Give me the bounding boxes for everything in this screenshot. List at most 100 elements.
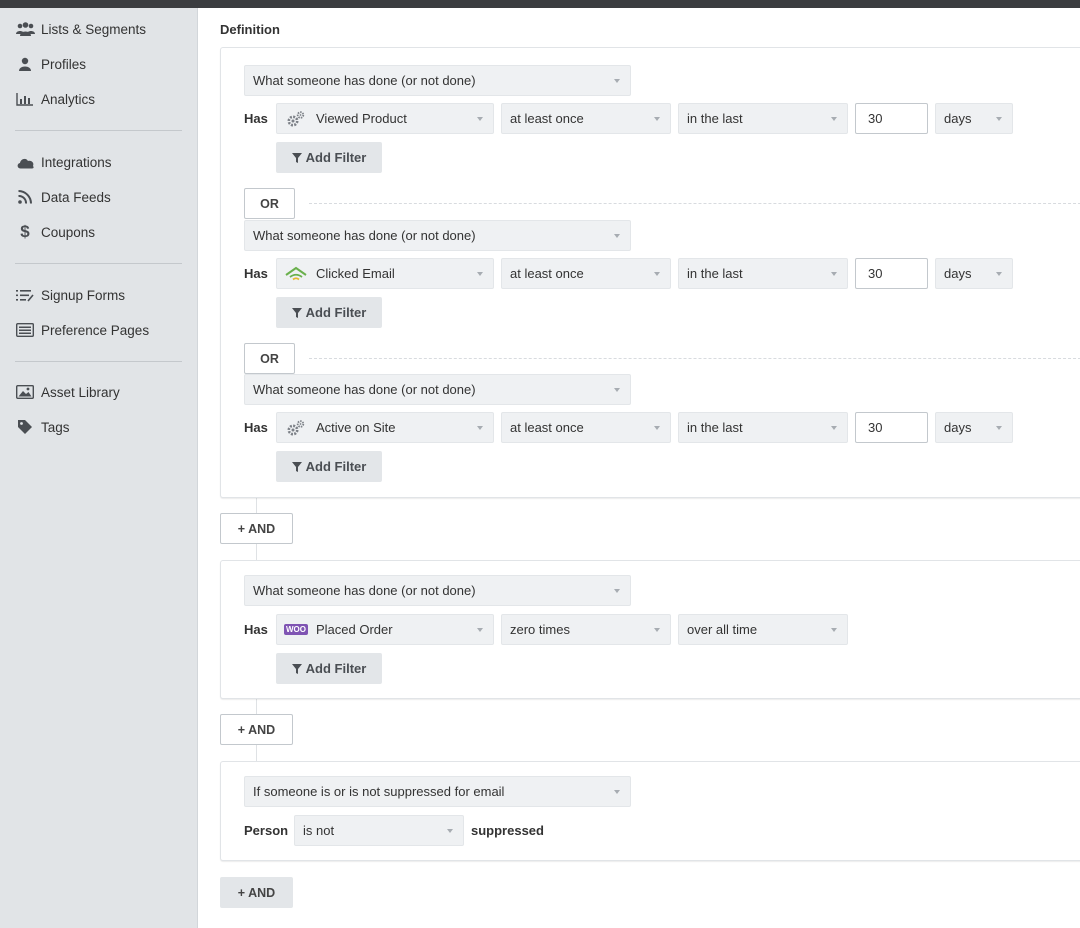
chevron-down-icon xyxy=(477,628,483,632)
suppression-operator-select[interactable]: is not xyxy=(294,815,464,846)
condition-type-select[interactable]: What someone has done (or not done) xyxy=(244,374,631,405)
add-filter-button[interactable]: Add Filter xyxy=(276,653,382,684)
chevron-down-icon xyxy=(477,272,483,276)
sidebar-item-tags[interactable]: Tags xyxy=(15,416,70,438)
condition-type-select[interactable]: What someone has done (or not done) xyxy=(244,220,631,251)
chevron-down-icon xyxy=(996,117,1002,121)
suppressed-label: suppressed xyxy=(471,823,544,838)
chevron-down-icon xyxy=(831,272,837,276)
sidebar-item-label: Analytics xyxy=(41,91,96,107)
add-and-button[interactable]: + AND xyxy=(220,513,293,544)
sidebar-item-label: Data Feeds xyxy=(41,189,111,205)
connector-line xyxy=(256,498,257,513)
chevron-down-icon xyxy=(654,628,660,632)
timeframe-select[interactable]: in the last xyxy=(678,258,848,289)
metric-select[interactable]: Viewed Product xyxy=(276,103,494,134)
sidebar-item-label: Coupons xyxy=(41,224,96,240)
chevron-down-icon xyxy=(614,589,620,593)
frequency-select[interactable]: at least once xyxy=(501,103,671,134)
metric-select[interactable]: WOO Placed Order xyxy=(276,614,494,645)
sidebar-item-asset-library[interactable]: Asset Library xyxy=(15,381,120,403)
dollar-icon: $ xyxy=(20,222,30,241)
chevron-down-icon xyxy=(614,790,620,794)
person-label: Person xyxy=(244,823,289,838)
timeframe-select[interactable]: over all time xyxy=(678,614,848,645)
sidebar-item-label: Profiles xyxy=(41,56,87,72)
sidebar-divider xyxy=(15,130,182,131)
connector-line xyxy=(256,544,257,560)
or-divider xyxy=(309,358,1080,359)
sidebar-item-lists-segments[interactable]: Lists & Segments xyxy=(15,18,146,40)
has-label: Has xyxy=(244,266,268,281)
bar-chart-icon xyxy=(15,91,35,107)
form-list-icon xyxy=(15,287,35,303)
woo-icon: WOO xyxy=(284,624,308,635)
email-wifi-icon xyxy=(285,265,307,283)
condition-type-select[interactable]: If someone is or is not suppressed for e… xyxy=(244,776,631,807)
chevron-down-icon xyxy=(831,117,837,121)
timeframe-select[interactable]: in the last xyxy=(678,412,848,443)
connector-line xyxy=(256,699,257,714)
add-filter-button[interactable]: Add Filter xyxy=(276,451,382,482)
frequency-select[interactable]: at least once xyxy=(501,258,671,289)
chevron-down-icon xyxy=(477,117,483,121)
chevron-down-icon xyxy=(614,234,620,238)
rss-icon xyxy=(15,189,35,205)
add-and-button[interactable]: + AND xyxy=(220,877,293,908)
sidebar-item-analytics[interactable]: Analytics xyxy=(15,88,95,110)
sidebar-item-integrations[interactable]: Integrations xyxy=(15,151,112,173)
sidebar-item-signup-forms[interactable]: Signup Forms xyxy=(15,284,125,306)
image-icon xyxy=(15,384,35,400)
or-button[interactable]: OR xyxy=(244,188,295,219)
add-filter-button[interactable]: Add Filter xyxy=(276,142,382,173)
chevron-down-icon xyxy=(996,426,1002,430)
sidebar-item-label: Asset Library xyxy=(41,384,120,400)
time-unit-select[interactable]: days xyxy=(935,103,1013,134)
frequency-select[interactable]: zero times xyxy=(501,614,671,645)
has-label: Has xyxy=(244,420,268,435)
chevron-down-icon xyxy=(614,79,620,83)
sidebar-item-coupons[interactable]: $ Coupons xyxy=(15,221,95,243)
sidebar-item-label: Lists & Segments xyxy=(41,21,147,37)
sidebar-item-preference-pages[interactable]: Preference Pages xyxy=(15,319,149,341)
sidebar-item-profiles[interactable]: Profiles xyxy=(15,53,86,75)
condition-type-select[interactable]: What someone has done (or not done) xyxy=(244,575,631,606)
tag-icon xyxy=(15,419,35,435)
chevron-down-icon xyxy=(447,829,453,833)
frequency-select[interactable]: at least once xyxy=(501,412,671,443)
time-unit-select[interactable]: days xyxy=(935,258,1013,289)
chevron-down-icon xyxy=(614,388,620,392)
metric-select[interactable]: Clicked Email xyxy=(276,258,494,289)
api-gears-icon xyxy=(285,110,307,128)
or-button[interactable]: OR xyxy=(244,343,295,374)
timeframe-select[interactable]: in the last xyxy=(678,103,848,134)
time-amount-input[interactable]: 30 xyxy=(855,258,928,289)
chevron-down-icon xyxy=(654,426,660,430)
time-unit-select[interactable]: days xyxy=(935,412,1013,443)
preference-page-icon xyxy=(15,322,35,338)
person-icon xyxy=(15,56,35,72)
people-icon xyxy=(15,21,35,37)
has-label: Has xyxy=(244,622,268,637)
add-filter-button[interactable]: Add Filter xyxy=(276,297,382,328)
api-gears-icon xyxy=(285,419,307,437)
has-label: Has xyxy=(244,111,268,126)
sidebar-item-data-feeds[interactable]: Data Feeds xyxy=(15,186,111,208)
filter-icon xyxy=(291,663,302,674)
condition-group-2: What someone has done (or not done) Has … xyxy=(220,560,1080,699)
sidebar-item-label: Preference Pages xyxy=(41,322,150,338)
metric-select[interactable]: Active on Site xyxy=(276,412,494,443)
time-amount-input[interactable]: 30 xyxy=(855,412,928,443)
definition-label: Definition xyxy=(220,22,280,37)
sidebar-divider xyxy=(15,361,182,362)
time-amount-input[interactable]: 30 xyxy=(855,103,928,134)
add-and-button[interactable]: + AND xyxy=(220,714,293,745)
condition-type-select[interactable]: What someone has done (or not done) xyxy=(244,65,631,96)
chevron-down-icon xyxy=(996,272,1002,276)
top-bar xyxy=(0,0,1080,8)
connector-line xyxy=(256,745,257,761)
chevron-down-icon xyxy=(831,628,837,632)
filter-icon xyxy=(291,307,302,318)
condition-group-3: If someone is or is not suppressed for e… xyxy=(220,761,1080,861)
filter-icon xyxy=(291,461,302,472)
